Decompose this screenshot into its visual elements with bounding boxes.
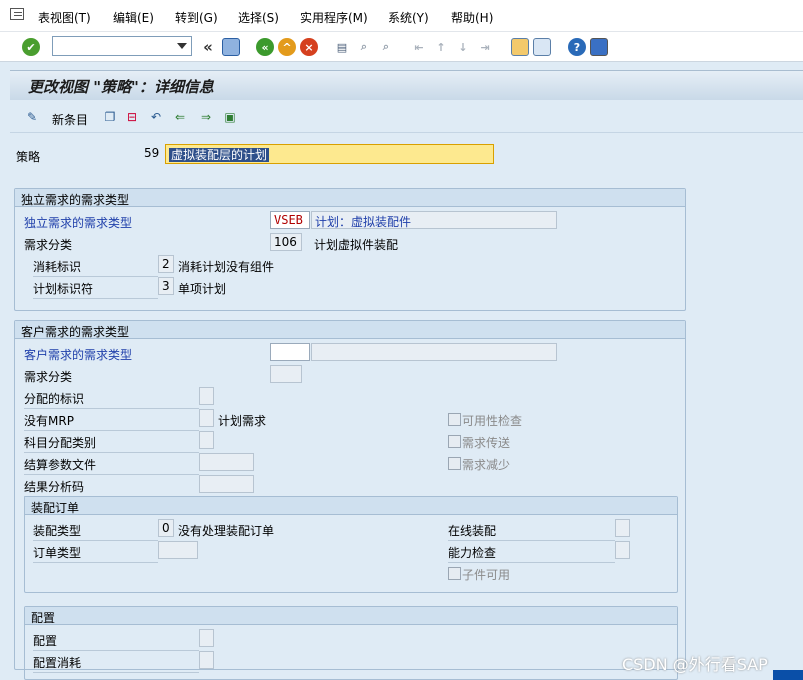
consumption-indicator-field: 2 <box>158 255 174 273</box>
menu-goto[interactable]: 转到(G) <box>175 9 218 26</box>
independent-req-class-label: 需求分类 <box>24 238 73 252</box>
copy-icon[interactable]: ❐ <box>102 109 118 125</box>
menu-system[interactable]: 系统(Y) <box>388 9 429 26</box>
undo-icon[interactable]: ↶ <box>148 109 164 125</box>
availability-check-checkbox <box>448 413 461 426</box>
configuration-consumption-label: 配置消耗 <box>33 654 199 673</box>
find-icon[interactable]: ⌕ <box>355 38 373 56</box>
next-page-icon[interactable]: ↓ <box>454 38 472 56</box>
sap-logo <box>773 670 803 680</box>
availability-check-label: 可用性检查 <box>462 414 523 428</box>
capacity-check-field <box>615 541 630 559</box>
no-mrp-text: 计划需求 <box>218 414 267 428</box>
menu-help[interactable]: 帮助(H) <box>451 9 493 26</box>
exit-icon[interactable]: ^ <box>278 38 296 56</box>
allocation-indicator-field <box>199 387 214 405</box>
planning-indicator-label: 计划标识符 <box>33 280 158 299</box>
order-type-label: 订单类型 <box>33 544 158 563</box>
help-icon[interactable]: ? <box>568 38 586 56</box>
consumption-indicator-label: 消耗标识 <box>33 258 158 277</box>
enter-icon[interactable]: ✔ <box>22 38 40 56</box>
customer-req-type-text <box>311 343 557 361</box>
chevron-down-icon[interactable] <box>177 43 187 49</box>
result-analysis-field <box>199 475 254 493</box>
display-change-icon[interactable]: ✎ <box>24 109 40 125</box>
order-type-field <box>158 541 198 559</box>
configuration-field <box>199 629 214 647</box>
independent-req-class-text: 计划虚拟件装配 <box>314 238 399 252</box>
assembly-type-text: 没有处理装配订单 <box>178 524 275 538</box>
delete-icon[interactable]: ⊟ <box>124 109 140 125</box>
menu-bar: 表视图(T) 编辑(E) 转到(G) 选择(S) 实用程序(M) 系统(Y) 帮… <box>0 0 803 32</box>
next-entry-icon[interactable]: ⇒ <box>198 109 214 125</box>
select-all-icon[interactable]: ▣ <box>222 109 238 125</box>
strategy-label: 策略 <box>16 150 41 164</box>
settlement-profile-label: 结算参数文件 <box>24 456 199 475</box>
menu-selection[interactable]: 选择(S) <box>238 9 279 26</box>
strategy-description-text: 虚拟装配层的计划 <box>169 148 270 162</box>
capacity-check-label: 能力检查 <box>448 544 615 563</box>
watermark: CSDN @外行看SAP <box>622 655 768 674</box>
back-icon[interactable]: « <box>256 38 274 56</box>
new-session-icon[interactable] <box>511 38 529 56</box>
independent-req-type-field[interactable]: VSEB <box>270 211 310 229</box>
group-title: 独立需求的需求类型 <box>15 189 685 207</box>
customer-req-type-label: 客户需求的需求类型 <box>24 348 133 362</box>
component-availability-label: 子件可用 <box>462 568 511 582</box>
group-title: 装配订单 <box>25 497 677 515</box>
save-icon[interactable] <box>222 38 240 56</box>
no-mrp-label: 没有MRP <box>24 412 199 431</box>
independent-req-type-text: 计划：虚拟装配件 <box>311 211 557 229</box>
strategy-description-field[interactable]: 虚拟装配层的计划 <box>165 144 494 164</box>
menu-table-view[interactable]: 表视图(T) <box>38 9 91 26</box>
customer-req-class-label: 需求分类 <box>24 370 73 384</box>
configuration-consumption-field <box>199 651 214 669</box>
configuration-label: 配置 <box>33 632 199 651</box>
planning-indicator-field: 3 <box>158 277 174 295</box>
new-entries-button[interactable]: 新条目 <box>52 111 88 128</box>
print-icon[interactable]: ▤ <box>333 38 351 56</box>
no-mrp-field <box>199 409 214 427</box>
planning-indicator-text: 单项计划 <box>178 282 227 296</box>
menu-icon[interactable] <box>10 8 24 20</box>
menu-utilities[interactable]: 实用程序(M) <box>300 9 368 26</box>
shortcut-icon[interactable] <box>533 38 551 56</box>
requirements-transfer-checkbox <box>448 435 461 448</box>
allocation-indicator-label: 分配的标识 <box>24 390 199 409</box>
cancel-icon[interactable]: × <box>300 38 318 56</box>
first-page-icon[interactable]: ⇤ <box>410 38 428 56</box>
previous-entry-icon[interactable]: ⇐ <box>172 109 188 125</box>
customer-req-type-field[interactable] <box>270 343 310 361</box>
previous-page-icon[interactable]: ↑ <box>432 38 450 56</box>
account-assignment-field <box>199 431 214 449</box>
find-next-icon[interactable]: ⌕ <box>377 38 395 56</box>
last-page-icon[interactable]: ⇥ <box>476 38 494 56</box>
command-field[interactable] <box>52 36 192 56</box>
requirements-transfer-label: 需求传送 <box>462 436 511 450</box>
strategy-code: 59 <box>144 146 160 160</box>
account-assignment-label: 科目分配类别 <box>24 434 199 453</box>
online-assembly-label: 在线装配 <box>448 522 615 541</box>
page-title: 更改视图 "策略"：详细信息 <box>28 78 214 96</box>
component-availability-checkbox <box>448 567 461 580</box>
back-arrows-icon[interactable]: « <box>199 38 217 56</box>
independent-req-class-field: 106 <box>270 233 302 251</box>
menu-edit[interactable]: 编辑(E) <box>113 9 154 26</box>
group-title: 配置 <box>25 607 677 625</box>
customer-req-class-field <box>270 365 302 383</box>
group-title: 客户需求的需求类型 <box>15 321 685 339</box>
online-assembly-field <box>615 519 630 537</box>
result-analysis-label: 结果分析码 <box>24 478 199 497</box>
assembly-type-label: 装配类型 <box>33 522 158 541</box>
requirements-reduction-checkbox <box>448 457 461 470</box>
consumption-indicator-text: 消耗计划没有组件 <box>178 260 275 274</box>
assembly-type-field: 0 <box>158 519 174 537</box>
layout-icon[interactable] <box>590 38 608 56</box>
application-toolbar: ✎ 新条目 ❐ ⊟ ↶ ⇐ ⇒ ▣ <box>10 101 803 133</box>
title-bar: 更改视图 "策略"：详细信息 <box>10 70 803 100</box>
settlement-profile-field <box>199 453 254 471</box>
independent-req-type-label: 独立需求的需求类型 <box>24 216 133 230</box>
requirements-reduction-label: 需求减少 <box>462 458 511 472</box>
